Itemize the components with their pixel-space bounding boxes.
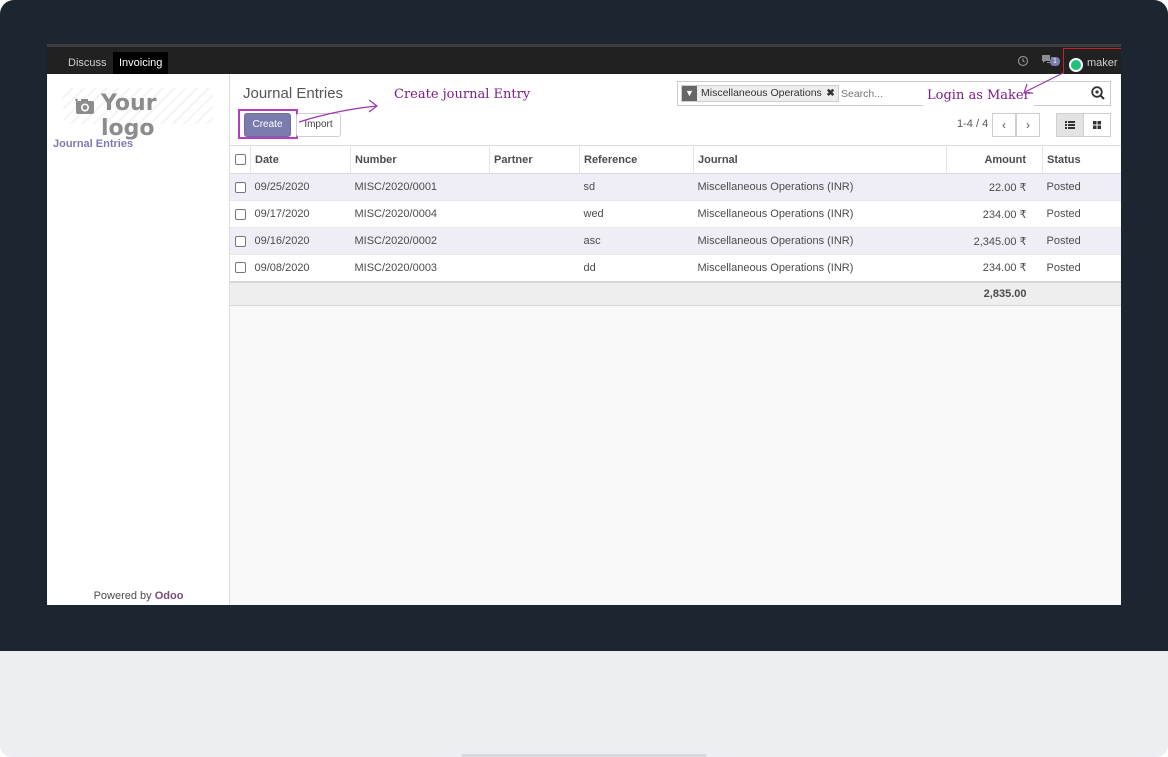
menu-discuss[interactable]: Discuss: [62, 52, 113, 74]
row-select-cell: [230, 173, 251, 201]
select-all-header: [230, 145, 251, 174]
column-header-amount[interactable]: Amount: [946, 145, 1043, 174]
cell-partner: [489, 227, 580, 255]
cell-partner: [489, 254, 580, 282]
create-button[interactable]: Create: [244, 113, 291, 137]
cell-number: MISC/2020/0003: [350, 254, 490, 282]
row-checkbox[interactable]: [235, 262, 246, 274]
search-input[interactable]: [841, 85, 931, 102]
table-footer-row: 2,835.00: [230, 280, 1121, 306]
kanban-view-button[interactable]: [1083, 113, 1111, 137]
screen: Discuss Invoicing 1 maker Your logo Jour…: [47, 44, 1121, 605]
chat-count-badge: 1: [1050, 57, 1060, 66]
cell-date: 09/08/2020: [250, 254, 351, 282]
monitor-chin: [0, 651, 1168, 757]
filter-facet: ▼ Miscellaneous Operations ✖: [681, 85, 839, 102]
annotation-login-as-maker: Login as Maker: [923, 86, 1034, 106]
table-row[interactable]: 09/16/2020 MISC/2020/0002 asc Miscellane…: [230, 227, 1121, 255]
pager-next-button[interactable]: ›: [1016, 113, 1040, 137]
annotation-arrow-create: [298, 99, 378, 123]
table-row[interactable]: 09/08/2020 MISC/2020/0003 dd Miscellaneo…: [230, 254, 1121, 282]
column-header-reference[interactable]: Reference: [579, 145, 694, 174]
cell-date: 09/25/2020: [250, 173, 351, 201]
cell-status: Posted: [1042, 227, 1121, 255]
row-select-cell: [230, 227, 251, 255]
chevron-left-icon: ‹: [1002, 118, 1006, 132]
search-icon[interactable]: [1090, 85, 1106, 101]
list-icon: [1065, 121, 1075, 129]
cell-journal: Miscellaneous Operations (INR): [693, 227, 947, 255]
cell-journal: Miscellaneous Operations (INR): [693, 200, 947, 228]
column-header-journal[interactable]: Journal: [693, 145, 947, 174]
cell-status: Posted: [1042, 173, 1121, 201]
remove-facet-icon[interactable]: ✖: [826, 86, 834, 101]
odoo-link[interactable]: Odoo: [155, 590, 184, 602]
sidebar-item-journal-entries[interactable]: Journal Entries: [53, 138, 133, 150]
cell-status: Posted: [1042, 254, 1121, 282]
cell-amount: 2,345.00 ₹: [946, 227, 1043, 255]
clock-icon[interactable]: [1017, 55, 1029, 67]
table-header-row: Date Number Partner Reference Journal Am…: [230, 145, 1121, 174]
cell-reference: wed: [579, 200, 694, 228]
pager-value[interactable]: 1-4 / 4: [957, 118, 988, 130]
powered-by-label: Powered by: [93, 590, 152, 602]
facet-label: Miscellaneous Operations: [701, 87, 822, 99]
powered-by: Powered by Odoo: [47, 590, 230, 602]
annotation-create-journal-entry: Create journal Entry: [384, 84, 551, 106]
menu-invoicing[interactable]: Invoicing: [113, 52, 169, 74]
avatar[interactable]: [1069, 58, 1083, 72]
cell-number: MISC/2020/0004: [350, 200, 490, 228]
column-header-partner[interactable]: Partner: [489, 145, 580, 174]
cell-reference: dd: [579, 254, 694, 282]
filter-icon: ▼: [682, 86, 697, 101]
cell-number: MISC/2020/0001: [350, 173, 490, 201]
list-view-button[interactable]: [1056, 113, 1084, 137]
column-header-date[interactable]: Date: [250, 145, 351, 174]
top-navbar: Discuss Invoicing 1 maker: [47, 44, 1121, 79]
cell-partner: [489, 200, 580, 228]
cell-reference: sd: [579, 173, 694, 201]
cell-amount: 234.00 ₹: [946, 254, 1043, 282]
cell-reference: asc: [579, 227, 694, 255]
select-all-checkbox[interactable]: [235, 154, 246, 166]
pager-previous-button[interactable]: ‹: [992, 113, 1016, 137]
cell-amount: 234.00 ₹: [946, 200, 1043, 228]
table-row[interactable]: 09/17/2020 MISC/2020/0004 wed Miscellane…: [230, 200, 1121, 228]
footer-status-spacer: [1042, 280, 1121, 306]
row-select-cell: [230, 200, 251, 228]
row-checkbox[interactable]: [235, 235, 246, 247]
cell-journal: Miscellaneous Operations (INR): [693, 173, 947, 201]
cell-amount: 22.00 ₹: [946, 173, 1043, 201]
cell-date: 09/16/2020: [250, 227, 351, 255]
sidebar: Your logo Journal Entries Powered by Odo…: [47, 74, 230, 605]
cell-status: Posted: [1042, 200, 1121, 228]
row-checkbox[interactable]: [235, 181, 246, 193]
footer-spacer: [230, 280, 947, 306]
row-select-cell: [230, 254, 251, 282]
cell-date: 09/17/2020: [250, 200, 351, 228]
journal-entries-table: Date Number Partner Reference Journal Am…: [230, 145, 1121, 306]
kanban-icon: [1093, 121, 1101, 129]
control-panel: Journal Entries Create Import ▼ Miscella…: [230, 74, 1121, 146]
camera-icon: [75, 98, 94, 114]
annotation-arrow-login: [1023, 72, 1064, 94]
amount-total: 2,835.00: [946, 280, 1043, 306]
column-header-status[interactable]: Status: [1042, 145, 1121, 174]
cell-partner: [489, 173, 580, 201]
main-content: Journal Entries Create Import ▼ Miscella…: [230, 74, 1121, 605]
chevron-right-icon: ›: [1026, 118, 1030, 132]
logo-text: Your logo: [101, 91, 157, 141]
cell-number: MISC/2020/0002: [350, 227, 490, 255]
cell-journal: Miscellaneous Operations (INR): [693, 254, 947, 282]
company-logo: Your logo: [63, 88, 213, 141]
row-checkbox[interactable]: [235, 208, 246, 220]
table-row[interactable]: 09/25/2020 MISC/2020/0001 sd Miscellaneo…: [230, 173, 1121, 201]
user-menu[interactable]: maker: [1087, 57, 1118, 69]
column-header-number[interactable]: Number: [350, 145, 490, 174]
